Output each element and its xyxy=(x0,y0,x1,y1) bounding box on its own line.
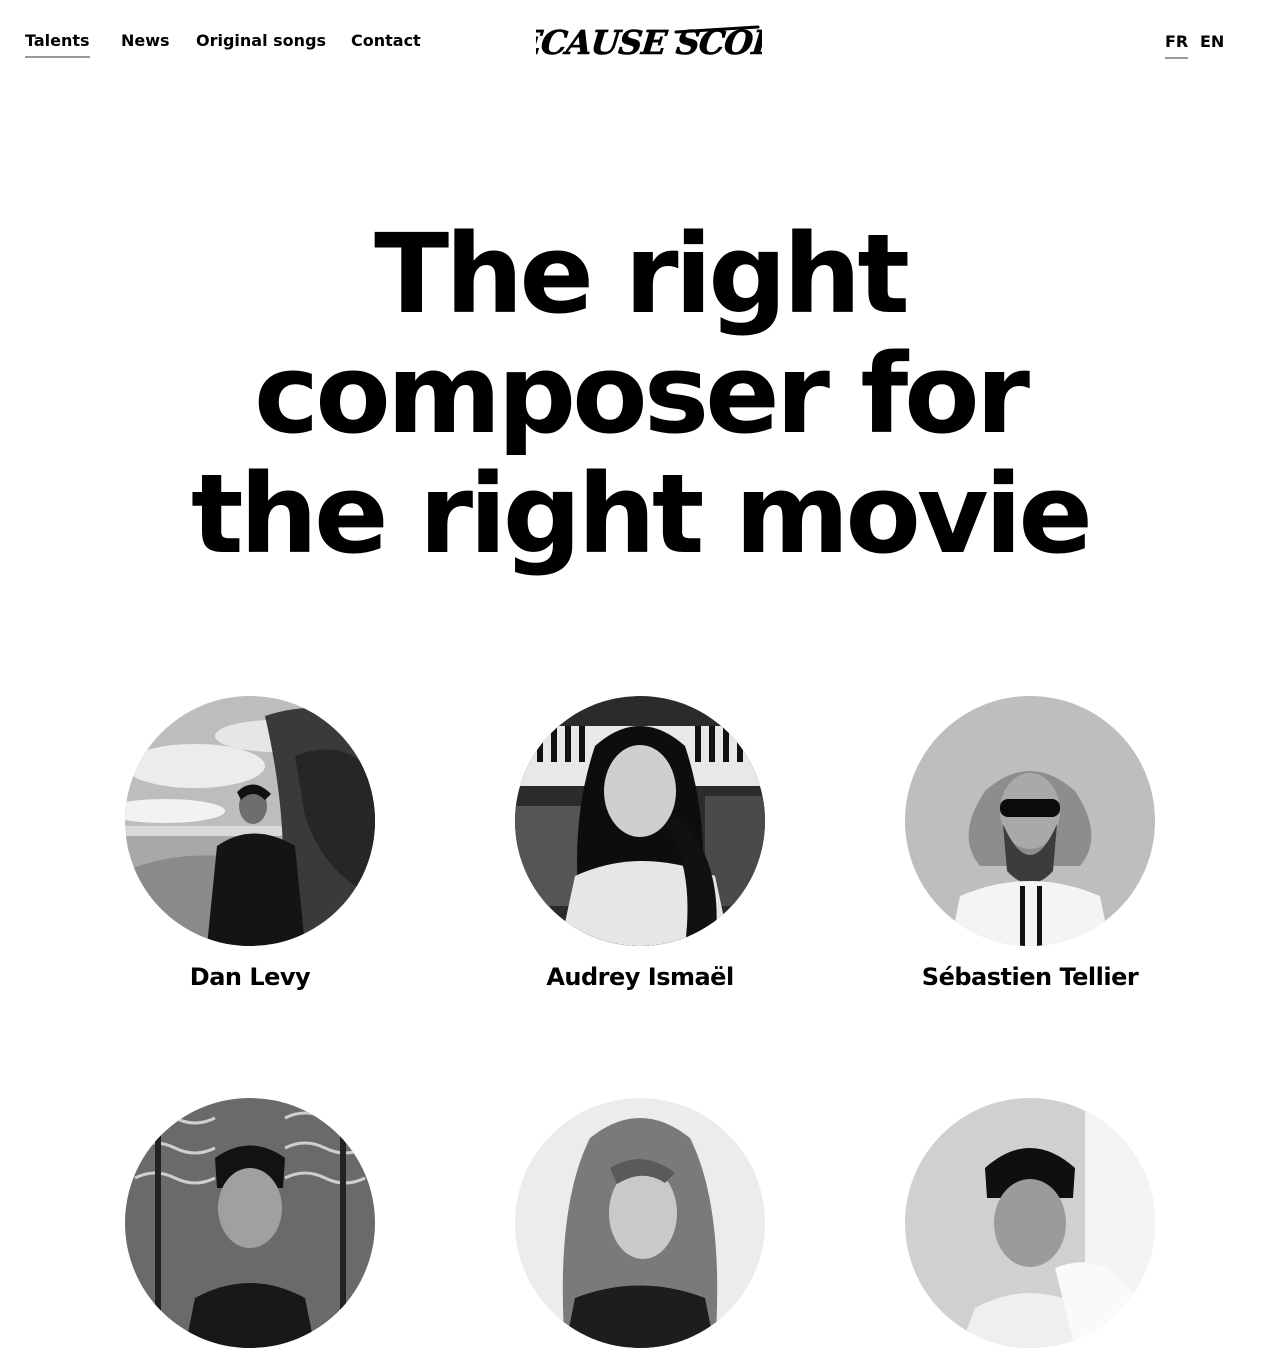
talent-name-sebastien-tellier[interactable]: Sébastien Tellier xyxy=(880,960,1180,994)
talent-portrait-6[interactable] xyxy=(905,1098,1155,1348)
talent-name-dan-levy[interactable]: Dan Levy xyxy=(100,960,400,994)
nav-link-contact[interactable]: Contact xyxy=(351,30,421,52)
talent-card-6[interactable] xyxy=(880,1098,1180,1362)
talent-card-sebastien-tellier[interactable]: Sébastien Tellier xyxy=(880,696,1180,994)
nav-link-news[interactable]: News xyxy=(121,30,170,52)
hero-line-2: composer for xyxy=(253,330,1030,458)
talent-portrait-audrey-ismael[interactable] xyxy=(515,696,765,946)
talent-card-dan-levy[interactable]: Dan Levy xyxy=(100,696,400,994)
talent-card-5[interactable] xyxy=(490,1098,790,1362)
hero-line-1: The right xyxy=(374,210,910,338)
talent-portrait-sebastien-tellier[interactable] xyxy=(905,696,1155,946)
language-fr[interactable]: FR xyxy=(1165,31,1189,59)
hero-headline: The right composer for the right movie xyxy=(0,214,1280,574)
talent-card-4[interactable] xyxy=(100,1098,400,1362)
talent-name-audrey-ismael[interactable]: Audrey Ismaël xyxy=(490,960,790,994)
top-navigation: Talents News Original songs Contact BECA… xyxy=(0,0,1280,84)
hero-line-3: the right movie xyxy=(191,450,1093,578)
language-en[interactable]: EN xyxy=(1200,31,1224,53)
talent-portrait-dan-levy[interactable] xyxy=(125,696,375,946)
nav-link-talents[interactable]: Talents xyxy=(25,30,90,58)
talent-portrait-4[interactable] xyxy=(125,1098,375,1348)
because-score-logo[interactable]: BECAUSE SCORE xyxy=(536,18,762,66)
nav-link-original-songs[interactable]: Original songs xyxy=(196,30,326,52)
talent-portrait-5[interactable] xyxy=(515,1098,765,1348)
talent-card-audrey-ismael[interactable]: Audrey Ismaël xyxy=(490,696,790,994)
